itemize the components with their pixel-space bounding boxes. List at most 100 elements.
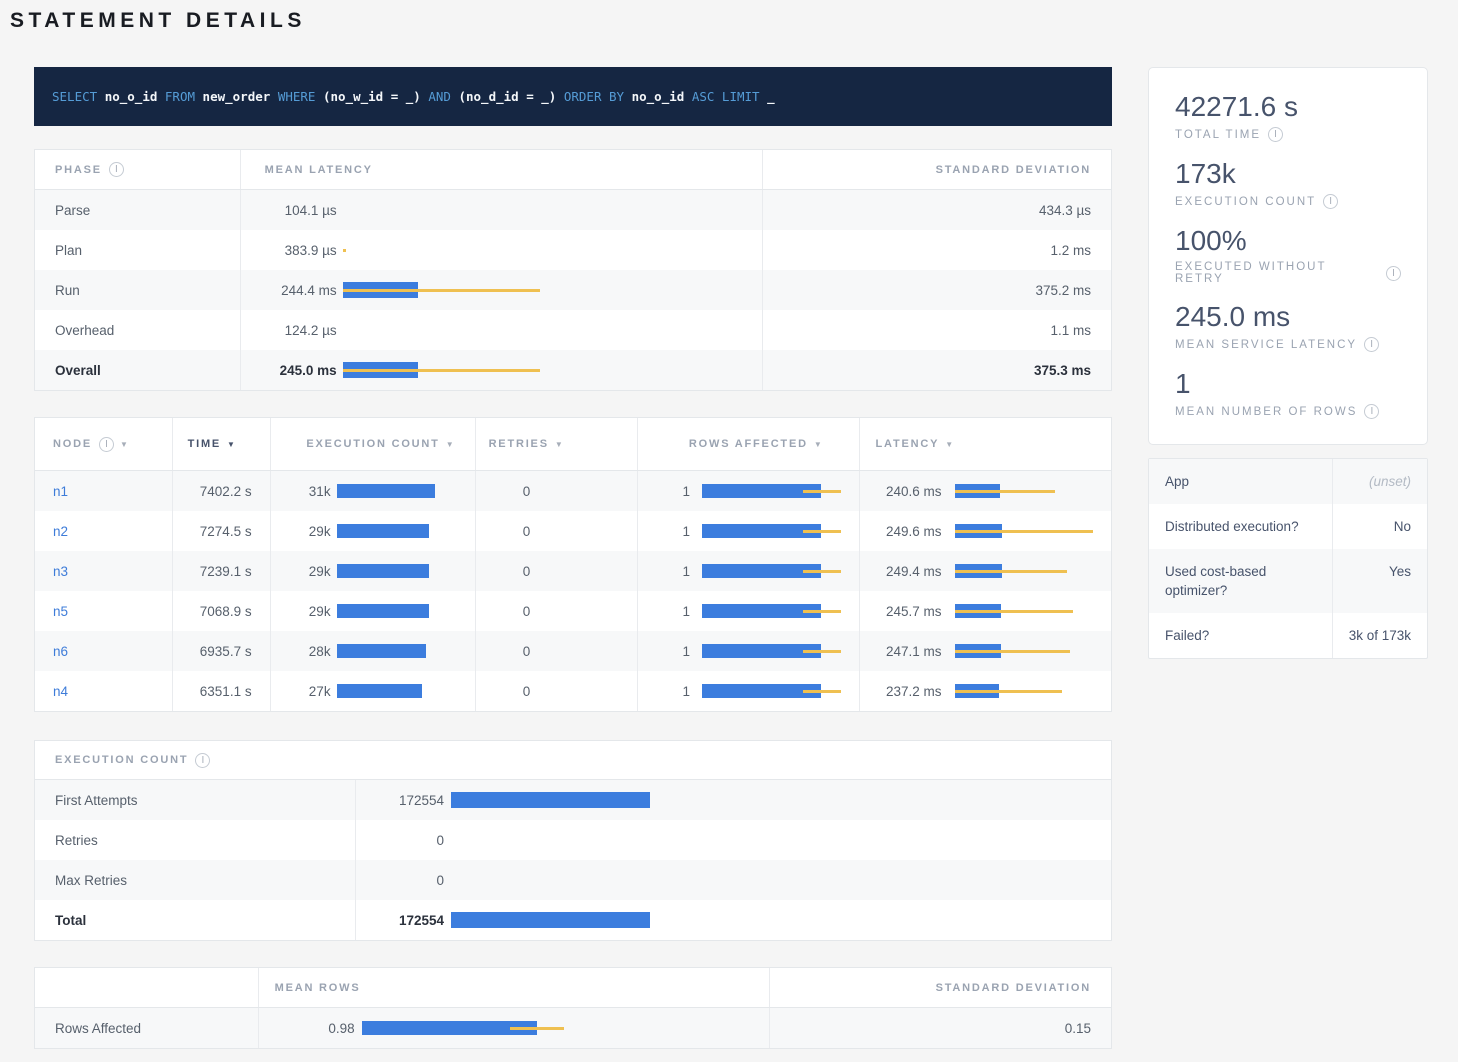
node-link[interactable]: n3 (53, 564, 68, 579)
node-link[interactable]: n2 (53, 524, 68, 539)
time-value: 6935.7 s (173, 631, 271, 671)
mean-bar (451, 912, 650, 928)
node-link[interactable]: n5 (53, 604, 68, 619)
column-header-standard-deviation: STANDARD DEVIATION (770, 968, 1111, 1007)
node-link[interactable]: n6 (53, 644, 68, 659)
info-icon[interactable]: i (1386, 266, 1401, 281)
time-value: 7068.9 s (173, 591, 271, 631)
execution-count-bar (451, 872, 1111, 888)
stddev-whisker (955, 610, 1073, 613)
info-icon[interactable]: i (195, 753, 210, 768)
sql-keyword: FROM (165, 89, 195, 104)
info-icon[interactable]: i (1268, 127, 1283, 142)
std-dev-value: 375.2 ms (763, 270, 1111, 310)
rows-affected-header: MEAN ROWSSTANDARD DEVIATION (35, 968, 1111, 1008)
rows-affected-value: 1 (654, 684, 690, 699)
latency-bar (343, 202, 762, 218)
property-value: Yes (1333, 549, 1427, 613)
mean-bar (337, 684, 422, 698)
column-header-execution-count[interactable]: EXECUTION COUNT▼ (271, 418, 477, 470)
info-icon[interactable]: i (99, 437, 114, 452)
execution-count-bar (451, 912, 1111, 928)
main-column: SELECT no_o_id FROM new_order WHERE (no_… (34, 67, 1112, 1049)
stddev-whisker (803, 570, 841, 573)
column-header-rows-affected[interactable]: ROWS AFFECTED▼ (638, 418, 860, 470)
info-icon[interactable]: i (1323, 194, 1338, 209)
summary-stat: 42271.6 sTOTAL TIMEi (1175, 90, 1401, 142)
execution-count-header: EXECUTION COUNTi (35, 741, 1111, 780)
summary-stat-label: TOTAL TIMEi (1175, 127, 1401, 142)
rows-affected-bar (702, 523, 859, 539)
stddev-whisker (803, 610, 841, 613)
node-link[interactable]: n1 (53, 484, 68, 499)
retries-value: 0 (476, 671, 638, 711)
sql-identifier: no_o_id (105, 89, 158, 104)
column-header-retries[interactable]: RETRIES▼ (476, 418, 638, 470)
mean-latency-cell: 245.0 ms (241, 350, 763, 390)
node-table-header: NODEi▼TIME▼EXECUTION COUNT▼RETRIES▼ROWS … (35, 418, 1111, 471)
column-header-node[interactable]: NODEi▼ (35, 418, 173, 470)
rows-affected-bar (702, 603, 859, 619)
column-header-latency[interactable]: LATENCY▼ (860, 418, 1111, 470)
phase-table: PHASEiMEAN LATENCYSTANDARD DEVIATIONPars… (34, 149, 1112, 391)
info-icon[interactable]: i (109, 162, 124, 177)
column-header-time[interactable]: TIME▼ (173, 418, 271, 470)
page-title: STATEMENT DETAILS (10, 9, 1458, 33)
execution-count-value: 28k (287, 644, 331, 659)
phase-label: Overhead (35, 310, 241, 350)
stddev-whisker (343, 369, 540, 372)
std-dev-value: 434.3 µs (763, 190, 1111, 230)
node-cell: n5 (35, 591, 173, 631)
sql-keyword: AND (428, 89, 451, 104)
latency-bar (955, 563, 1111, 579)
latency-value: 247.1 ms (876, 644, 942, 659)
node-cell: n6 (35, 631, 173, 671)
execution-count-cell: 29k (271, 591, 477, 631)
execution-count-value-cell: 172554 (356, 780, 1111, 820)
table-row: n66935.7 s28k01247.1 ms (35, 631, 1111, 671)
node-cell: n3 (35, 551, 173, 591)
column-header-empty (35, 968, 259, 1007)
sql-keyword: ASC (692, 89, 715, 104)
info-icon[interactable]: i (1364, 337, 1379, 352)
stddev-whisker (955, 490, 1055, 493)
execution-count-value: 0 (356, 873, 444, 888)
latency-cell: 247.1 ms (860, 631, 1111, 671)
retries-value: 0 (476, 511, 638, 551)
mean-bar (337, 604, 429, 618)
sql-identifier: new_order (203, 89, 271, 104)
rows-affected-cell: 1 (638, 631, 860, 671)
info-icon[interactable]: i (1364, 404, 1379, 419)
property-label: Failed? (1149, 613, 1333, 658)
execution-count-value: 31k (287, 484, 331, 499)
mean-bar (337, 484, 435, 498)
summary-stat-value: 100% (1175, 224, 1401, 258)
mean-latency-value: 124.2 µs (265, 323, 337, 338)
mean-latency-value: 383.9 µs (265, 243, 337, 258)
latency-cell: 249.4 ms (860, 551, 1111, 591)
table-row: n37239.1 s29k01249.4 ms (35, 551, 1111, 591)
latency-bar (955, 483, 1111, 499)
node-link[interactable]: n4 (53, 684, 68, 699)
execution-count-bar (337, 483, 476, 499)
latency-bar (343, 282, 762, 298)
time-value: 7402.2 s (173, 471, 271, 511)
execution-count-cell: 29k (271, 511, 477, 551)
summary-stat-value: 173k (1175, 157, 1401, 191)
summary-stat: 1MEAN NUMBER OF ROWSi (1175, 367, 1401, 419)
sort-arrow-icon: ▼ (120, 440, 130, 449)
rows-affected-bar (702, 563, 859, 579)
sql-identifier: no_o_id (632, 89, 685, 104)
mean-latency-value: 104.1 µs (265, 203, 337, 218)
retries-value: 0 (476, 471, 638, 511)
statement-sql-bar: SELECT no_o_id FROM new_order WHERE (no_… (34, 67, 1112, 126)
execution-count-value: 29k (287, 604, 331, 619)
latency-cell: 249.6 ms (860, 511, 1111, 551)
table-row: Parse104.1 µs434.3 µs (35, 190, 1111, 230)
table-row: Run244.4 ms375.2 ms (35, 270, 1111, 310)
mean-latency-cell: 104.1 µs (241, 190, 763, 230)
property-row: Used cost-based optimizer?Yes (1149, 549, 1427, 613)
stddev-whisker (803, 650, 841, 653)
std-dev-value: 1.2 ms (763, 230, 1111, 270)
execution-count-value-cell: 0 (356, 820, 1111, 860)
